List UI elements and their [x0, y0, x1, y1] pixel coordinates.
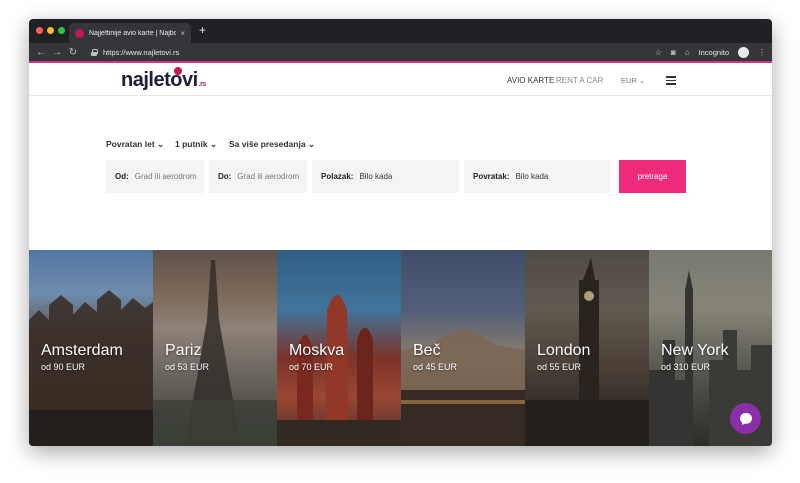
search-button[interactable]: pretraga — [619, 160, 686, 193]
logo-suffix: .rs — [198, 81, 207, 88]
passengers-select[interactable]: 1 putnik ⌄ — [175, 139, 217, 150]
from-field[interactable]: Od: Grad ili aerodrom — [106, 160, 204, 193]
destination-city: Pariz — [165, 342, 202, 359]
camera-icon[interactable]: ◙ — [671, 48, 676, 57]
destination-price: od 90 EUR — [41, 362, 86, 372]
destination-city: London — [537, 342, 591, 359]
chevron-down-icon: ⌄ — [307, 139, 316, 149]
destination-card-amsterdam[interactable]: Amsterdam od 90 EUR — [29, 250, 153, 446]
close-window-icon[interactable] — [36, 27, 43, 34]
return-label: Povratak: — [473, 172, 510, 181]
chevron-down-icon: ⌄ — [209, 139, 218, 149]
destination-price: od 70 EUR — [289, 362, 334, 372]
destination-price: od 310 EUR — [661, 362, 711, 372]
browser-toolbar: ← → ↻ https://www.najletovi.rs ☆ ◙ ⌂ Inc… — [29, 43, 772, 61]
destination-card-pariz[interactable]: Pariz od 53 EUR — [153, 250, 277, 446]
address-bar[interactable]: https://www.najletovi.rs — [91, 48, 655, 57]
forward-icon[interactable]: → — [49, 47, 65, 58]
currency-select[interactable]: EUR ⌄ — [621, 76, 645, 85]
destination-price: od 53 EUR — [165, 362, 210, 372]
maximize-window-icon[interactable] — [58, 27, 65, 34]
stops-value: Sa više presedanja — [229, 139, 306, 149]
return-value[interactable]: Bilo kada — [515, 172, 548, 181]
site-header: najletovi.rs AVIO KARTE RENT A CAR EUR ⌄ — [29, 63, 772, 96]
tab-strip: Najjeftinije avio karte | Najbolj... × + — [29, 19, 772, 43]
trip-type-value: Povratan let — [106, 139, 155, 149]
browser-window: Najjeftinije avio karte | Najbolj... × +… — [29, 19, 772, 446]
nav-avio-karte[interactable]: AVIO KARTE — [507, 76, 554, 85]
chevron-down-icon: ⌄ — [638, 76, 646, 85]
nav-rent-a-car[interactable]: RENT A CAR — [556, 76, 603, 85]
reload-icon[interactable]: ↻ — [65, 47, 81, 58]
url-text: https://www.najletovi.rs — [103, 47, 180, 57]
to-label: Do: — [218, 172, 232, 181]
destination-price: od 45 EUR — [413, 362, 458, 372]
extension-icon[interactable]: ⌂ — [685, 48, 690, 57]
from-label: Od: — [115, 172, 129, 181]
menu-dots-icon[interactable]: ⋮ — [758, 48, 766, 57]
currency-value: EUR — [621, 76, 637, 85]
return-date-field[interactable]: Povratak: Bilo kada — [464, 160, 611, 193]
passengers-value: 1 putnik — [175, 139, 208, 149]
destination-card-moskva[interactable]: Moskva od 70 EUR — [277, 250, 401, 446]
favicon-icon — [75, 28, 84, 38]
back-icon[interactable]: ← — [33, 47, 49, 58]
to-input[interactable]: Grad ili aerodrom — [237, 172, 299, 181]
star-icon[interactable]: ☆ — [655, 48, 662, 57]
destination-city: Moskva — [289, 342, 345, 359]
destination-city: Beč — [413, 342, 441, 359]
from-input[interactable]: Grad ili aerodrom — [135, 172, 197, 181]
lock-icon — [91, 48, 98, 56]
logo-plane-icon — [174, 67, 182, 75]
chat-bubble-icon — [739, 412, 752, 425]
departure-value[interactable]: Bilo kada — [359, 172, 392, 181]
departure-date-field[interactable]: Polazak: Bilo kada — [312, 160, 459, 193]
incognito-icon[interactable] — [738, 46, 749, 58]
destination-city: New York — [661, 342, 729, 359]
chevron-down-icon: ⌄ — [157, 139, 165, 149]
to-field[interactable]: Do: Grad ili aerodrom — [209, 160, 307, 193]
logo-text: najletovi — [121, 69, 198, 91]
search-panel: Povratan let ⌄ 1 putnik ⌄ Sa više presed… — [29, 97, 772, 250]
hamburger-menu-icon[interactable] — [666, 76, 676, 85]
browser-tab[interactable]: Najjeftinije avio karte | Najbolj... × — [69, 23, 191, 43]
site-logo[interactable]: najletovi.rs — [121, 69, 206, 92]
departure-label: Polazak: — [321, 172, 354, 181]
destination-card-bec[interactable]: Beč od 45 EUR — [401, 250, 525, 446]
stops-select[interactable]: Sa više presedanja ⌄ — [229, 139, 315, 150]
destinations-strip: Amsterdam od 90 EUR Pariz od 53 EUR Mosk… — [29, 250, 772, 446]
new-tab-button[interactable]: + — [199, 23, 206, 37]
tab-title: Najjeftinije avio karte | Najbolj... — [89, 29, 177, 37]
trip-type-select[interactable]: Povratan let ⌄ — [106, 139, 164, 150]
minimize-window-icon[interactable] — [47, 27, 54, 34]
destination-city: Amsterdam — [41, 342, 123, 359]
destination-card-london[interactable]: London od 55 EUR — [525, 250, 649, 446]
destination-price: od 55 EUR — [537, 362, 582, 372]
tab-close-icon[interactable]: × — [180, 29, 185, 38]
chat-button[interactable] — [730, 403, 761, 434]
incognito-label: Incognito — [698, 47, 729, 57]
